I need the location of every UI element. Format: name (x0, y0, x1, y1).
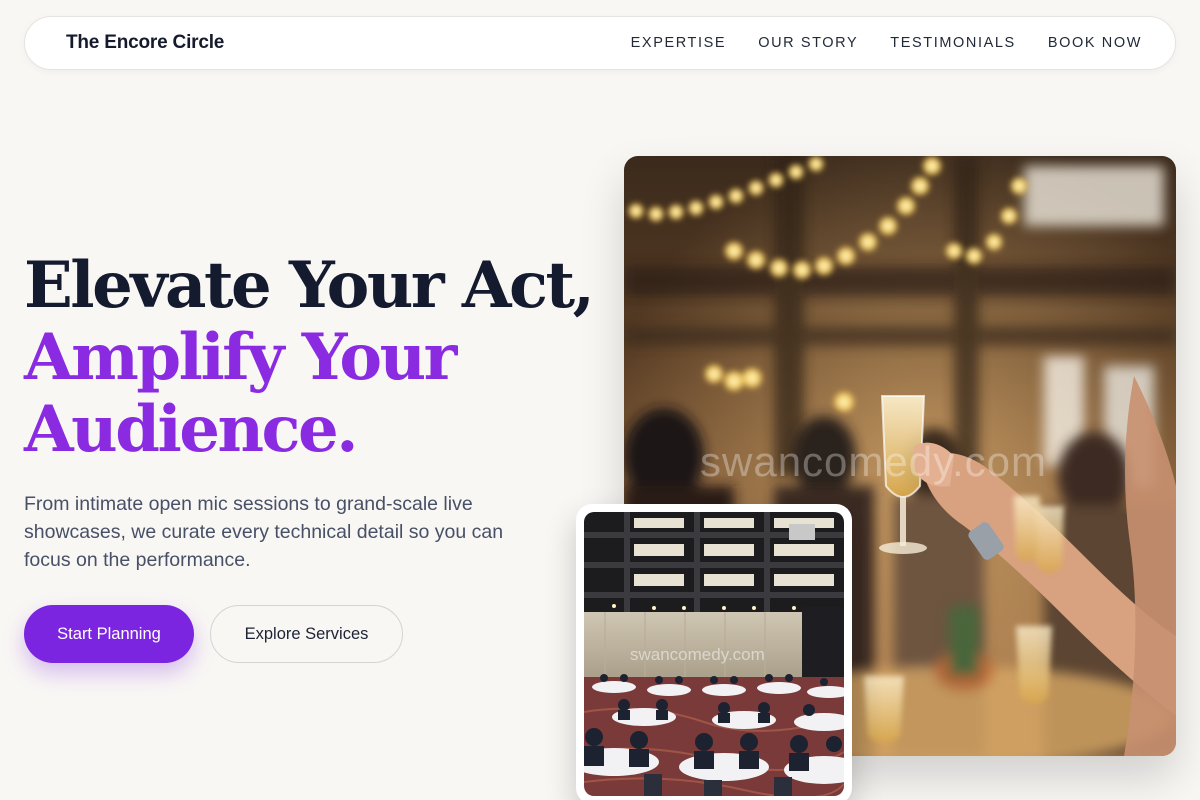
inset-photo-banquet-hall (584, 512, 844, 796)
headline-line-2: Amplify Your (24, 320, 457, 395)
nav-link-our-story[interactable]: OUR STORY (758, 35, 858, 51)
start-planning-button[interactable]: Start Planning (24, 605, 194, 663)
explore-services-button[interactable]: Explore Services (210, 605, 403, 663)
inset-photo-card (576, 504, 852, 800)
nav-link-testimonials[interactable]: TESTIMONIALS (890, 35, 1016, 51)
nav-link-expertise[interactable]: EXPERTISE (631, 35, 727, 51)
nav-links: EXPERTISE OUR STORY TESTIMONIALS BOOK NO… (631, 35, 1142, 51)
nav-link-book-now[interactable]: BOOK NOW (1048, 35, 1142, 51)
hero-headline: Elevate Your Act, Amplify Your Audience. (24, 250, 604, 466)
hero-subtext: From intimate open mic sessions to grand… (24, 493, 504, 571)
brand-logo-text[interactable]: The Encore Circle (66, 32, 224, 54)
headline-line-1: Elevate Your Act, (24, 248, 595, 323)
top-navigation-bar: The Encore Circle EXPERTISE OUR STORY TE… (24, 16, 1176, 70)
headline-line-3: Audience. (24, 392, 358, 467)
